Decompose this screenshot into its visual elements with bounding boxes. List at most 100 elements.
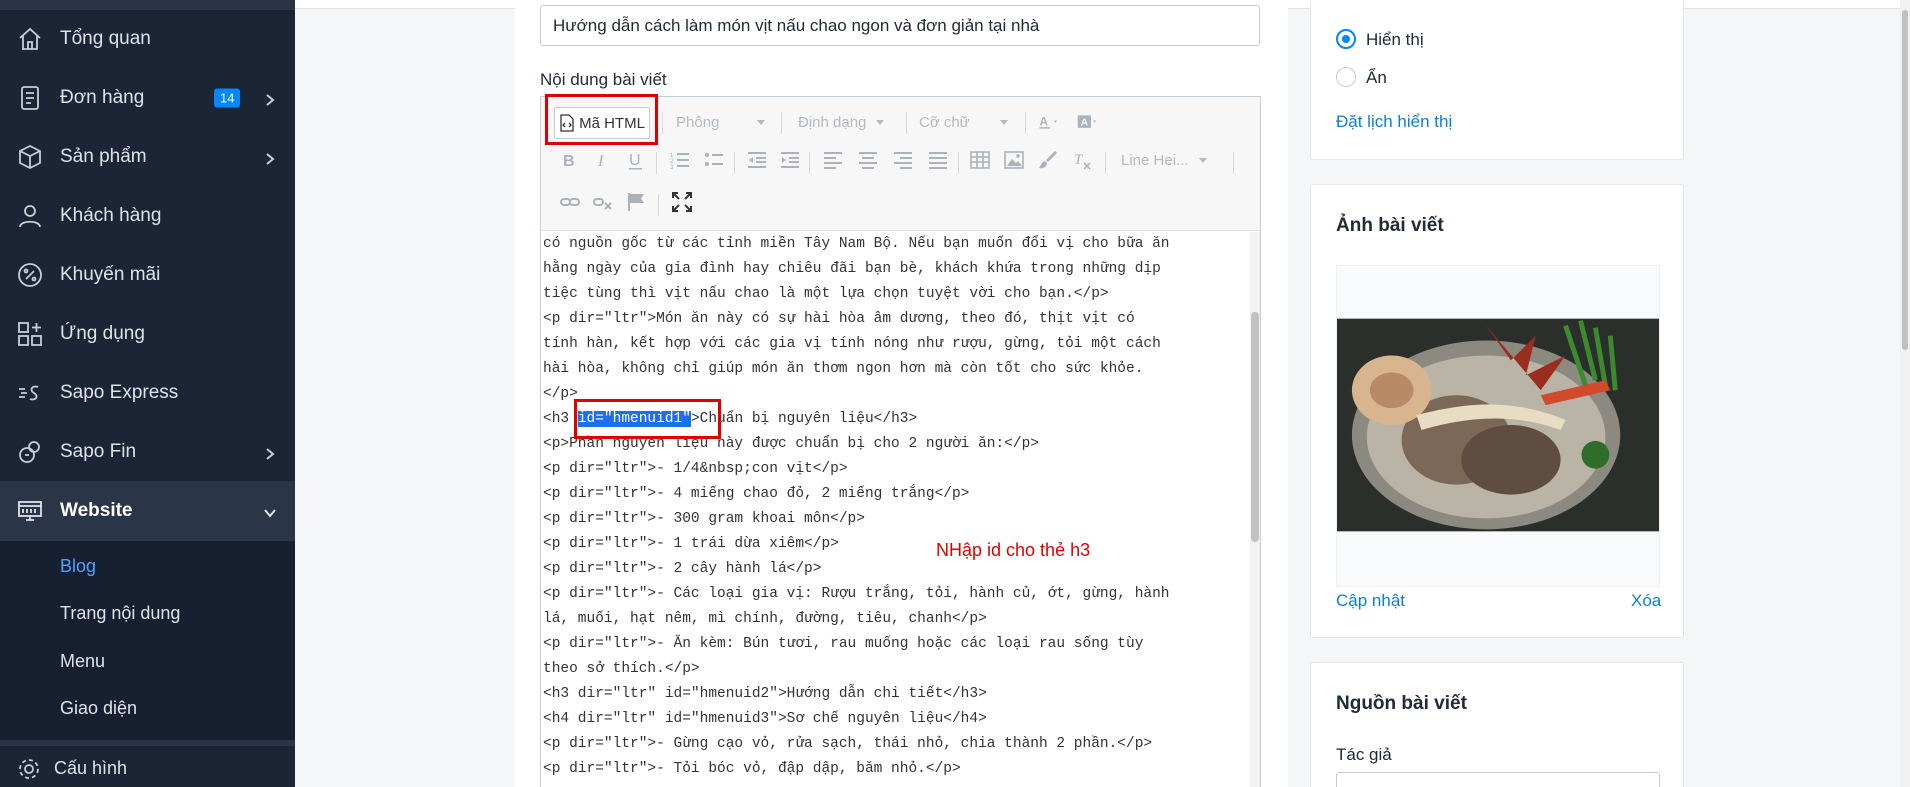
code-scrollbar-thumb[interactable] — [1251, 312, 1259, 542]
svg-text:A: A — [1039, 116, 1048, 129]
ordered-list-icon[interactable]: 123 — [669, 149, 691, 171]
image-delete-link[interactable]: Xóa — [1631, 591, 1661, 611]
author-input[interactable] — [1336, 772, 1660, 787]
image-update-link[interactable]: Cập nhật — [1336, 591, 1405, 611]
sidebar: Tổng quan Đơn hàng 14 Sản phẩm Khách hàn… — [0, 0, 295, 787]
font-size-dropdown[interactable]: Cỡ chữ — [919, 107, 1029, 137]
rich-text-editor: Mã HTML Phông Định dạng Cỡ chữ A A B I U… — [540, 96, 1261, 787]
outdent-icon[interactable] — [746, 149, 768, 171]
line-height-dropdown[interactable]: Line Hei... — [1121, 145, 1231, 175]
code-line: <p dir="ltr">- Tỏi bóc vỏ, đập dập, băm … — [543, 761, 961, 777]
html-code-view[interactable]: có nguồn gốc từ các tỉnh miền Tây Nam Bộ… — [541, 232, 1260, 787]
sidebar-subitem-pages[interactable]: Trang nội dung — [60, 603, 180, 624]
flag-icon[interactable] — [625, 191, 647, 213]
code-line: <p dir="ltr">- 2 cây hành lá</p> — [543, 561, 822, 577]
font-family-dropdown[interactable]: Phông — [676, 107, 771, 137]
sidebar-item-label: Cấu hình — [54, 758, 128, 778]
align-center-icon[interactable] — [857, 149, 879, 171]
sidebar-item-products[interactable]: Sản phẩm — [0, 127, 295, 186]
visibility-card: Hiển thị Ẩn Đặt lịch hiển thị — [1310, 0, 1684, 160]
express-icon — [16, 379, 44, 407]
sidebar-item-apps[interactable]: Ứng dụng — [0, 304, 295, 363]
text-color-icon[interactable]: A — [1038, 111, 1068, 133]
background-color-icon[interactable]: A — [1077, 111, 1107, 133]
line-height-label: Line Hei... — [1121, 151, 1189, 169]
html-button-highlight-box — [545, 94, 658, 145]
article-title-input[interactable] — [540, 5, 1260, 46]
sidebar-subitem-blog[interactable]: Blog — [60, 556, 96, 577]
bold-icon[interactable]: B — [559, 149, 581, 171]
code-line: <p dir="ltr">- 4 miếng chao đỏ, 2 miếng … — [543, 486, 970, 502]
page-scrollbar[interactable] — [1900, 0, 1910, 787]
visibility-hide-label: Ẩn — [1366, 68, 1387, 87]
code-line: <p dir="ltr">- 300 gram khoai môn</p> — [543, 511, 865, 527]
orders-count-badge: 14 — [214, 88, 241, 107]
visibility-radio-show[interactable] — [1336, 29, 1356, 49]
format-dropdown[interactable]: Định dạng — [798, 107, 908, 137]
align-justify-icon[interactable] — [927, 149, 949, 171]
sidebar-subitem-menu[interactable]: Menu — [60, 651, 105, 672]
code-line: <p dir="ltr">- 1/4&nbsp;con vịt</p> — [543, 461, 848, 477]
sidebar-item-sapo-express[interactable]: Sapo Express — [0, 363, 295, 422]
code-line: lá, muối, hạt nêm, mì chính, đường, tiêu… — [543, 611, 987, 627]
unlink-icon[interactable] — [592, 191, 614, 213]
user-icon — [16, 202, 44, 230]
align-right-icon[interactable] — [892, 149, 914, 171]
table-icon[interactable] — [969, 149, 991, 171]
chevron-right-icon — [263, 150, 277, 165]
indent-icon[interactable] — [779, 149, 801, 171]
toolbar-divider — [1105, 152, 1106, 174]
code-line: tiệc tùng thì vịt nấu chao là một lựa ch… — [543, 286, 1109, 302]
sidebar-item-label: Sản phẩm — [60, 145, 147, 167]
svg-text:I: I — [597, 153, 604, 170]
website-submenu: Blog Trang nội dung Menu Giao diện — [0, 541, 295, 741]
clear-formatting-icon[interactable]: T — [1071, 149, 1093, 171]
code-line: <p dir="ltr">- Gừng cạo vỏ, rửa sạch, th… — [543, 736, 1153, 752]
toolbar-divider — [781, 112, 782, 134]
sidebar-item-website[interactable]: Website — [0, 481, 295, 541]
italic-icon[interactable]: I — [592, 149, 614, 171]
caret-down-icon — [1198, 157, 1207, 163]
sidebar-item-customers[interactable]: Khách hàng — [0, 186, 295, 245]
code-line: có nguồn gốc từ các tỉnh miền Tây Nam Bộ… — [543, 236, 1170, 252]
code-line: hài hòa, không chỉ giúp món ăn thơm ngon… — [543, 361, 1144, 377]
underline-icon[interactable]: U — [625, 149, 647, 171]
fullscreen-icon[interactable] — [671, 191, 693, 213]
schedule-display-link[interactable]: Đặt lịch hiển thị — [1336, 112, 1452, 132]
unordered-list-icon[interactable] — [703, 149, 725, 171]
toolbar-divider — [809, 152, 810, 174]
code-line: <p dir="ltr">- Các loại gia vị: Rượu trắ… — [543, 586, 1170, 602]
toolbar-divider — [1233, 152, 1234, 174]
sidebar-item-label: Website — [60, 500, 133, 521]
box-icon — [16, 143, 44, 171]
align-left-icon[interactable] — [822, 149, 844, 171]
sidebar-subitem-theme[interactable]: Giao diện — [60, 698, 137, 719]
sidebar-item-sapo-fin[interactable]: Sapo Fin — [0, 422, 295, 481]
sidebar-item-settings[interactable]: Cấu hình — [0, 740, 295, 787]
page-scrollbar-thumb[interactable] — [1902, 10, 1908, 350]
caret-down-icon — [999, 119, 1008, 125]
code-line-h3-rest: >Chuẩn bị nguyên liệu</h3> — [690, 411, 918, 427]
sidebar-item-label: Ứng dụng — [60, 322, 145, 344]
visibility-radio-hide[interactable] — [1336, 67, 1356, 87]
link-icon[interactable] — [559, 191, 581, 213]
svg-text:3: 3 — [670, 165, 674, 171]
brush-icon[interactable] — [1037, 149, 1059, 171]
annotation-text: NHập id cho thẻ h3 — [936, 540, 1091, 560]
sidebar-item-orders[interactable]: Đơn hàng 14 — [0, 68, 295, 127]
svg-text:B: B — [563, 153, 575, 170]
image-icon[interactable] — [1003, 149, 1025, 171]
article-image-frame[interactable] — [1336, 265, 1660, 587]
chevron-right-icon — [263, 91, 277, 106]
home-icon — [16, 25, 44, 53]
code-scrollbar[interactable] — [1250, 232, 1260, 787]
sidebar-item-overview[interactable]: Tổng quan — [0, 9, 295, 68]
code-line: tính hàn, kết hợp với các gia vị tính nó… — [543, 336, 1161, 352]
sidebar-item-promotions[interactable]: Khuyến mãi — [0, 245, 295, 304]
apps-icon — [16, 320, 44, 348]
toolbar-divider — [662, 112, 663, 134]
sidebar-item-label: Sapo Fin — [60, 440, 137, 462]
code-line: hằng ngày của gia đình hay chiêu đãi bạn… — [543, 261, 1161, 277]
toolbar-divider — [658, 194, 659, 216]
chevron-down-icon — [263, 504, 277, 518]
